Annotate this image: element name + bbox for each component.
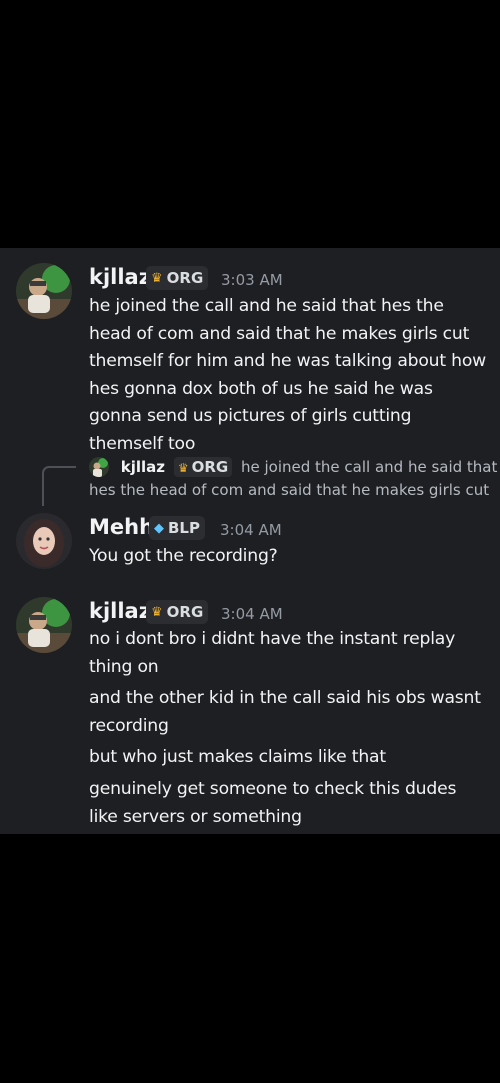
- message-text: no i dont bro i didnt have the instant r…: [89, 629, 456, 677]
- role-tag-label: ORG: [166, 269, 204, 287]
- user-avatar-mehh[interactable]: [16, 513, 72, 569]
- role-tag[interactable]: ◆ BLP: [149, 516, 205, 540]
- reply-role-tag-label: ORG: [191, 458, 229, 476]
- user-avatar-kjllaz[interactable]: [16, 263, 72, 319]
- timestamp: 3:04 AM: [220, 521, 282, 539]
- role-tag-label: ORG: [166, 603, 204, 621]
- message-text: You got the recording?: [89, 546, 278, 566]
- crown-badge-icon: ♛: [177, 461, 189, 475]
- reply-role-tag: ♛ ORG: [173, 457, 233, 477]
- timestamp: 3:03 AM: [221, 271, 283, 289]
- reply-text-continued: hes the head of com and said that he mak…: [89, 481, 490, 499]
- crown-badge-icon: ♛: [151, 270, 163, 286]
- reply-connector: [42, 466, 76, 506]
- role-tag-label: BLP: [168, 519, 200, 537]
- user-avatar-kjllaz[interactable]: [16, 597, 72, 653]
- message-text: he joined the call and he said that hes …: [89, 296, 487, 454]
- reply-text: he joined the call and he said that: [241, 458, 498, 476]
- reply-username: kjllaz: [120, 458, 166, 476]
- diamond-badge-icon: ◆: [154, 520, 164, 536]
- username[interactable]: kjllaz: [89, 265, 151, 289]
- timestamp: 3:04 AM: [221, 605, 283, 623]
- crown-badge-icon: ♛: [151, 604, 163, 620]
- message-text: genuinely get someone to check this dude…: [89, 779, 457, 827]
- message-text: but who just makes claims like that: [89, 747, 386, 767]
- role-tag[interactable]: ♛ ORG: [146, 266, 209, 290]
- username[interactable]: Mehh: [89, 515, 154, 539]
- role-tag[interactable]: ♛ ORG: [146, 600, 209, 624]
- username[interactable]: kjllaz: [89, 599, 151, 623]
- reply-preview[interactable]: kjllaz ♛ ORG he joined the call and he sa…: [89, 457, 497, 477]
- message-text: and the other kid in the call said his o…: [89, 688, 481, 736]
